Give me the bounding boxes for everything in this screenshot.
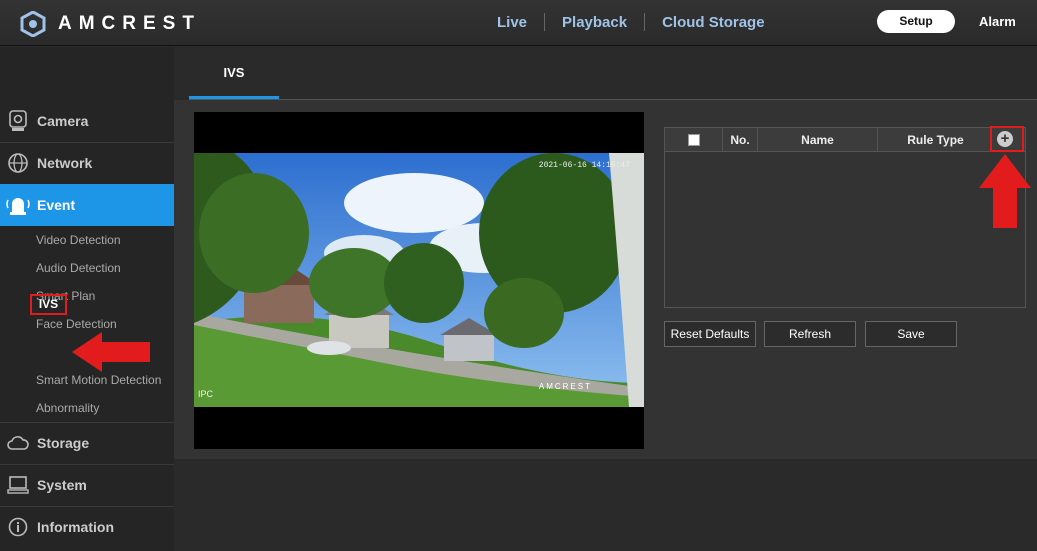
- camera-icon: [5, 108, 31, 134]
- sidebar-subitem-smart-motion-detection[interactable]: Smart Motion Detection: [36, 373, 161, 387]
- column-header-no: No.: [723, 128, 758, 152]
- sidebar-item-network[interactable]: Network: [0, 142, 174, 184]
- sidebar-item-camera[interactable]: Camera: [0, 100, 174, 142]
- sidebar-subitem-ivs[interactable]: IVS: [30, 294, 67, 315]
- cloud-icon: [5, 430, 31, 456]
- sidebar-item-information[interactable]: Information: [0, 506, 174, 548]
- top-bar: AMCREST Live Playback Cloud Storage Setu…: [0, 0, 1037, 46]
- sidebar-subitem-abnormality[interactable]: Abnormality: [36, 401, 99, 415]
- table-header: No. Name Rule Type: [665, 128, 1025, 152]
- alarm-link[interactable]: Alarm: [979, 14, 1016, 29]
- sidebar-item-storage[interactable]: Storage: [0, 422, 174, 464]
- tab-ivs[interactable]: IVS: [189, 47, 279, 99]
- nav-live[interactable]: Live: [480, 14, 544, 31]
- amcrest-logo-icon: [20, 11, 46, 37]
- annotation-arrow-left-icon: [72, 332, 150, 372]
- plus-circle-icon[interactable]: +: [997, 131, 1013, 147]
- monitor-icon: [5, 472, 31, 498]
- top-nav: Live Playback Cloud Storage: [480, 13, 782, 31]
- video-watermark: AMCREST: [538, 382, 592, 391]
- save-button[interactable]: Save: [865, 321, 957, 347]
- alarm-bell-icon: [5, 192, 31, 218]
- refresh-button[interactable]: Refresh: [764, 321, 856, 347]
- info-icon: [5, 514, 31, 540]
- sidebar-item-label: Camera: [37, 113, 89, 129]
- reset-defaults-button[interactable]: Reset Defaults: [664, 321, 756, 347]
- content-footer-area: [174, 459, 1037, 551]
- sidebar-item-label: Information: [37, 519, 114, 535]
- nav-cloud-storage[interactable]: Cloud Storage: [645, 14, 782, 31]
- tab-bar: [174, 47, 1037, 100]
- osd-channel-name: IPC: [198, 389, 214, 399]
- column-header-rule-type: Rule Type: [907, 133, 964, 147]
- brand-logo[interactable]: AMCREST: [20, 11, 201, 37]
- sidebar-item-label: Network: [37, 155, 93, 171]
- sidebar-subitem-face-detection[interactable]: Face Detection: [36, 317, 117, 331]
- osd-timestamp: 2021-06-16 14:15:47: [538, 161, 630, 170]
- ivs-rules-table: No. Name Rule Type: [664, 127, 1026, 308]
- sidebar-item-system[interactable]: System: [0, 464, 174, 506]
- annotation-arrow-up-icon: [979, 154, 1031, 228]
- camera-live-image: 2021-06-16 14:15:47 IPC AMCREST: [194, 153, 644, 407]
- select-all-checkbox-cell: [665, 128, 723, 152]
- globe-icon: [5, 150, 31, 176]
- column-header-name: Name: [758, 128, 878, 152]
- sidebar-item-label: Storage: [37, 435, 90, 451]
- sidebar-item-label: System: [37, 477, 87, 493]
- sidebar-item-event[interactable]: Event: [0, 184, 184, 226]
- nav-playback[interactable]: Playback: [545, 14, 644, 31]
- sidebar-item-label: Event: [37, 197, 76, 213]
- setup-button[interactable]: Setup: [877, 10, 955, 33]
- select-all-checkbox[interactable]: [687, 134, 700, 146]
- sidebar-subitem-video-detection[interactable]: Video Detection: [36, 233, 121, 247]
- sidebar-subitem-audio-detection[interactable]: Audio Detection: [36, 261, 121, 275]
- brand-name: AMCREST: [58, 13, 201, 34]
